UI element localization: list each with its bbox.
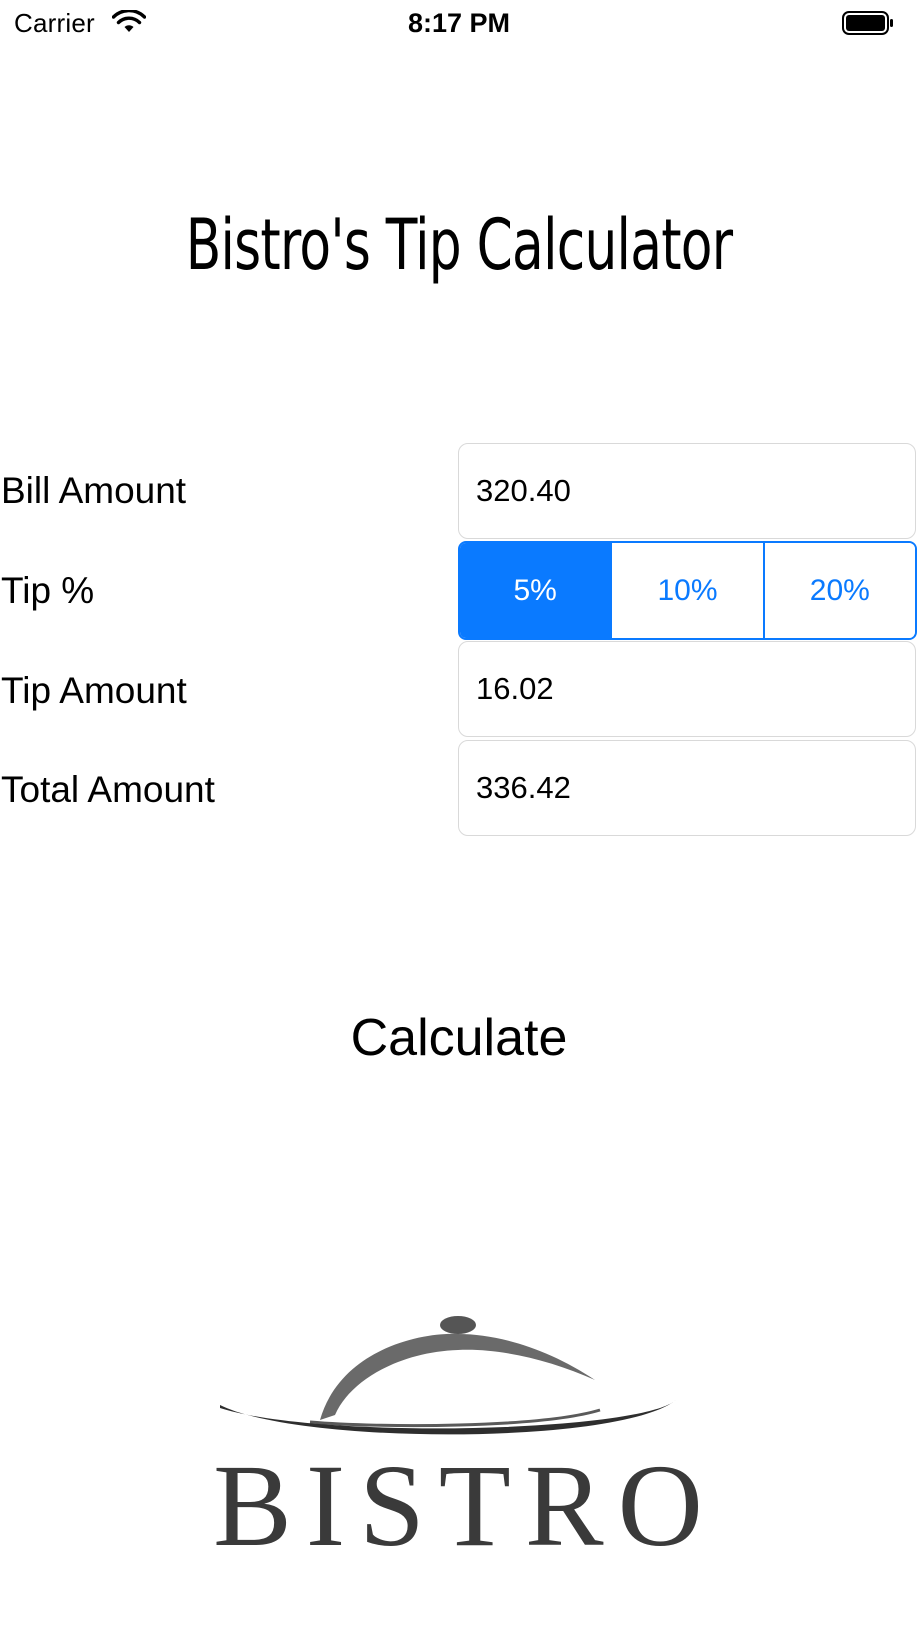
tip-amount-label: Tip Amount — [1, 670, 187, 711]
tip-amount-field[interactable] — [458, 641, 916, 737]
battery-icon — [842, 11, 893, 35]
logo-text: BISTRO — [213, 1440, 717, 1560]
total-amount-label: Total Amount — [1, 769, 215, 810]
bistro-logo: BISTRO — [213, 1316, 717, 1560]
calculate-button[interactable]: Calculate — [0, 1003, 918, 1073]
tip-option-10[interactable]: 10% — [610, 543, 763, 638]
bill-amount-field[interactable] — [458, 443, 916, 539]
total-amount-field[interactable] — [458, 740, 916, 836]
tip-option-5[interactable]: 5% — [460, 543, 611, 638]
cloche-icon — [220, 1316, 676, 1435]
bill-amount-label: Bill Amount — [1, 470, 187, 511]
tip-percent-label: Tip % — [1, 570, 95, 611]
tip-option-20[interactable]: 20% — [762, 543, 915, 638]
tip-percent-segmented-control[interactable]: 5% 10% 20% — [458, 541, 917, 640]
status-bar: Carrier 8:17 PM — [0, 0, 918, 46]
app-title: Bistro's Tip Calculator — [185, 204, 733, 286]
status-time: 8:17 PM — [407, 8, 511, 38]
